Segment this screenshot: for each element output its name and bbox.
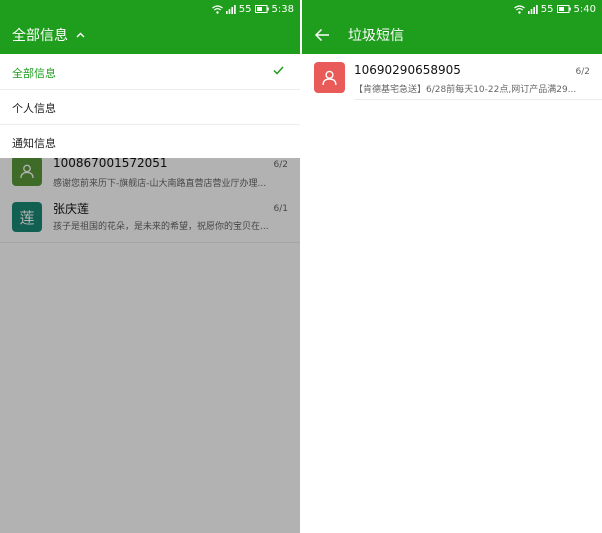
message-date: 6/2 — [575, 67, 590, 77]
status-time: 5:38 — [271, 3, 294, 15]
right-screen: 55 5:40 垃圾短信 10690290658905 6/2 【肯德基宅急送】… — [302, 0, 602, 533]
dropdown-scrim[interactable] — [0, 158, 300, 533]
status-bar: 55 5:38 — [0, 0, 300, 18]
back-arrow-icon[interactable] — [314, 28, 330, 42]
check-icon — [273, 66, 284, 75]
battery-icon — [556, 5, 571, 13]
signal-icon — [225, 4, 236, 14]
battery-level: 55 — [238, 3, 252, 15]
divider — [354, 99, 602, 100]
menu-item-personal-messages[interactable]: 个人信息 — [0, 89, 300, 125]
avatar — [314, 62, 345, 93]
status-bar: 55 5:40 — [302, 0, 602, 18]
wifi-icon — [211, 4, 223, 14]
wifi-icon — [513, 4, 525, 14]
chevron-up-icon[interactable] — [76, 32, 85, 38]
menu-item-all-messages[interactable]: 全部信息 — [0, 54, 300, 90]
filter-dropdown-menu: 全部信息 个人信息 通知信息 — [0, 54, 300, 158]
app-bar: 垃圾短信 — [302, 18, 602, 54]
app-bar: 全部信息 — [0, 18, 300, 54]
status-time: 5:40 — [573, 3, 596, 15]
spam-message-item[interactable]: 10690290658905 6/2 【肯德基宅急送】6/28前每天10-22点… — [302, 54, 602, 100]
person-icon — [322, 70, 337, 85]
menu-item-notification-messages[interactable]: 通知信息 — [0, 124, 300, 159]
message-preview: 【肯德基宅急送】6/28前每天10-22点,网订产品满29... — [354, 85, 577, 95]
message-sender: 10690290658905 — [354, 63, 461, 77]
signal-icon — [527, 4, 538, 14]
page-title: 垃圾短信 — [348, 28, 404, 44]
battery-icon — [254, 5, 269, 13]
left-screen: 55 5:38 全部信息 100867001572051 6/2 感谢您前来历下… — [0, 0, 300, 533]
filter-dropdown-title[interactable]: 全部信息 — [12, 27, 68, 45]
battery-level: 55 — [540, 3, 554, 15]
